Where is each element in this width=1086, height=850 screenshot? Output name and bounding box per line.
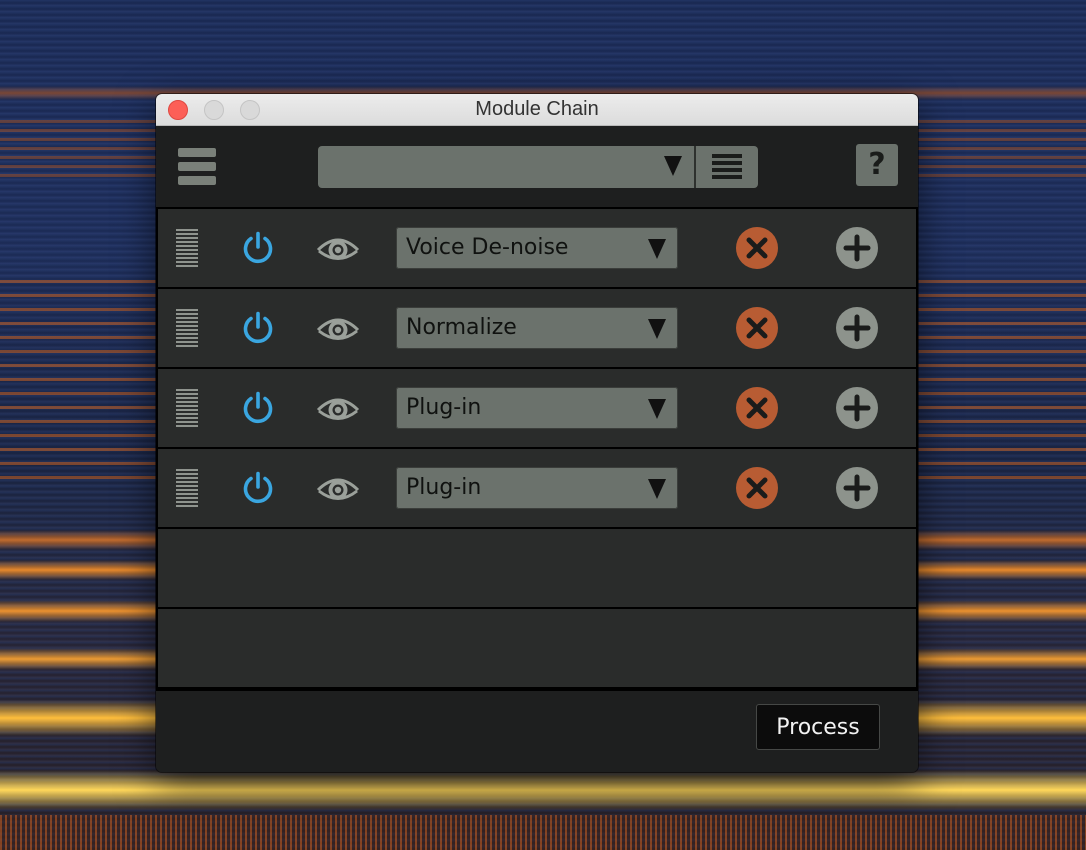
drag-handle-icon[interactable] — [176, 389, 198, 427]
chevron-down-icon — [648, 239, 666, 259]
empty-module-slot — [158, 529, 916, 607]
module-dropdown[interactable]: Plug-in — [396, 467, 678, 509]
module-slot: Voice De-noise — [158, 209, 916, 287]
drag-handle-icon[interactable] — [176, 469, 198, 507]
menu-icon[interactable] — [178, 148, 216, 186]
plus-icon — [843, 394, 871, 422]
chevron-down-icon — [648, 399, 666, 419]
title-bar: Module Chain — [156, 94, 918, 126]
module-dropdown[interactable]: Plug-in — [396, 387, 678, 429]
empty-module-slot — [158, 609, 916, 687]
power-icon[interactable] — [240, 230, 276, 266]
close-icon — [746, 317, 768, 339]
module-name: Voice De-noise — [406, 235, 569, 260]
chevron-down-icon — [648, 479, 666, 499]
remove-module-button[interactable] — [736, 227, 778, 269]
plus-icon — [843, 234, 871, 262]
plus-icon — [843, 314, 871, 342]
preset-dropdown[interactable] — [318, 146, 758, 188]
module-name: Plug-in — [406, 475, 482, 500]
remove-module-button[interactable] — [736, 307, 778, 349]
close-icon — [746, 237, 768, 259]
module-name: Normalize — [406, 315, 517, 340]
close-icon — [746, 397, 768, 419]
drag-handle-icon[interactable] — [176, 309, 198, 347]
process-button[interactable]: Process — [756, 704, 880, 750]
help-button[interactable]: ? — [856, 144, 898, 186]
toolbar: ? — [156, 126, 918, 206]
plus-icon — [843, 474, 871, 502]
footer: Process — [156, 691, 918, 772]
module-chain-window: Module Chain ? Voice De-noise Normalize … — [156, 94, 918, 772]
window-title: Module Chain — [475, 98, 599, 120]
power-icon[interactable] — [240, 310, 276, 346]
module-slot: Plug-in — [158, 449, 916, 527]
add-module-button[interactable] — [836, 307, 878, 349]
eye-icon[interactable] — [316, 472, 360, 504]
module-dropdown[interactable]: Normalize — [396, 307, 678, 349]
add-module-button[interactable] — [836, 387, 878, 429]
eye-icon[interactable] — [316, 232, 360, 264]
module-list: Voice De-noise Normalize Plug-in Plug-in — [156, 207, 918, 691]
chevron-down-icon — [664, 156, 682, 176]
add-module-button[interactable] — [836, 227, 878, 269]
close-icon — [746, 477, 768, 499]
power-icon[interactable] — [240, 390, 276, 426]
module-slot: Normalize — [158, 289, 916, 367]
power-icon[interactable] — [240, 470, 276, 506]
remove-module-button[interactable] — [736, 387, 778, 429]
drag-handle-icon[interactable] — [176, 229, 198, 267]
preset-list-icon[interactable] — [712, 154, 742, 180]
eye-icon[interactable] — [316, 312, 360, 344]
chevron-down-icon — [648, 319, 666, 339]
eye-icon[interactable] — [316, 392, 360, 424]
module-name: Plug-in — [406, 395, 482, 420]
remove-module-button[interactable] — [736, 467, 778, 509]
add-module-button[interactable] — [836, 467, 878, 509]
module-dropdown[interactable]: Voice De-noise — [396, 227, 678, 269]
module-slot: Plug-in — [158, 369, 916, 447]
